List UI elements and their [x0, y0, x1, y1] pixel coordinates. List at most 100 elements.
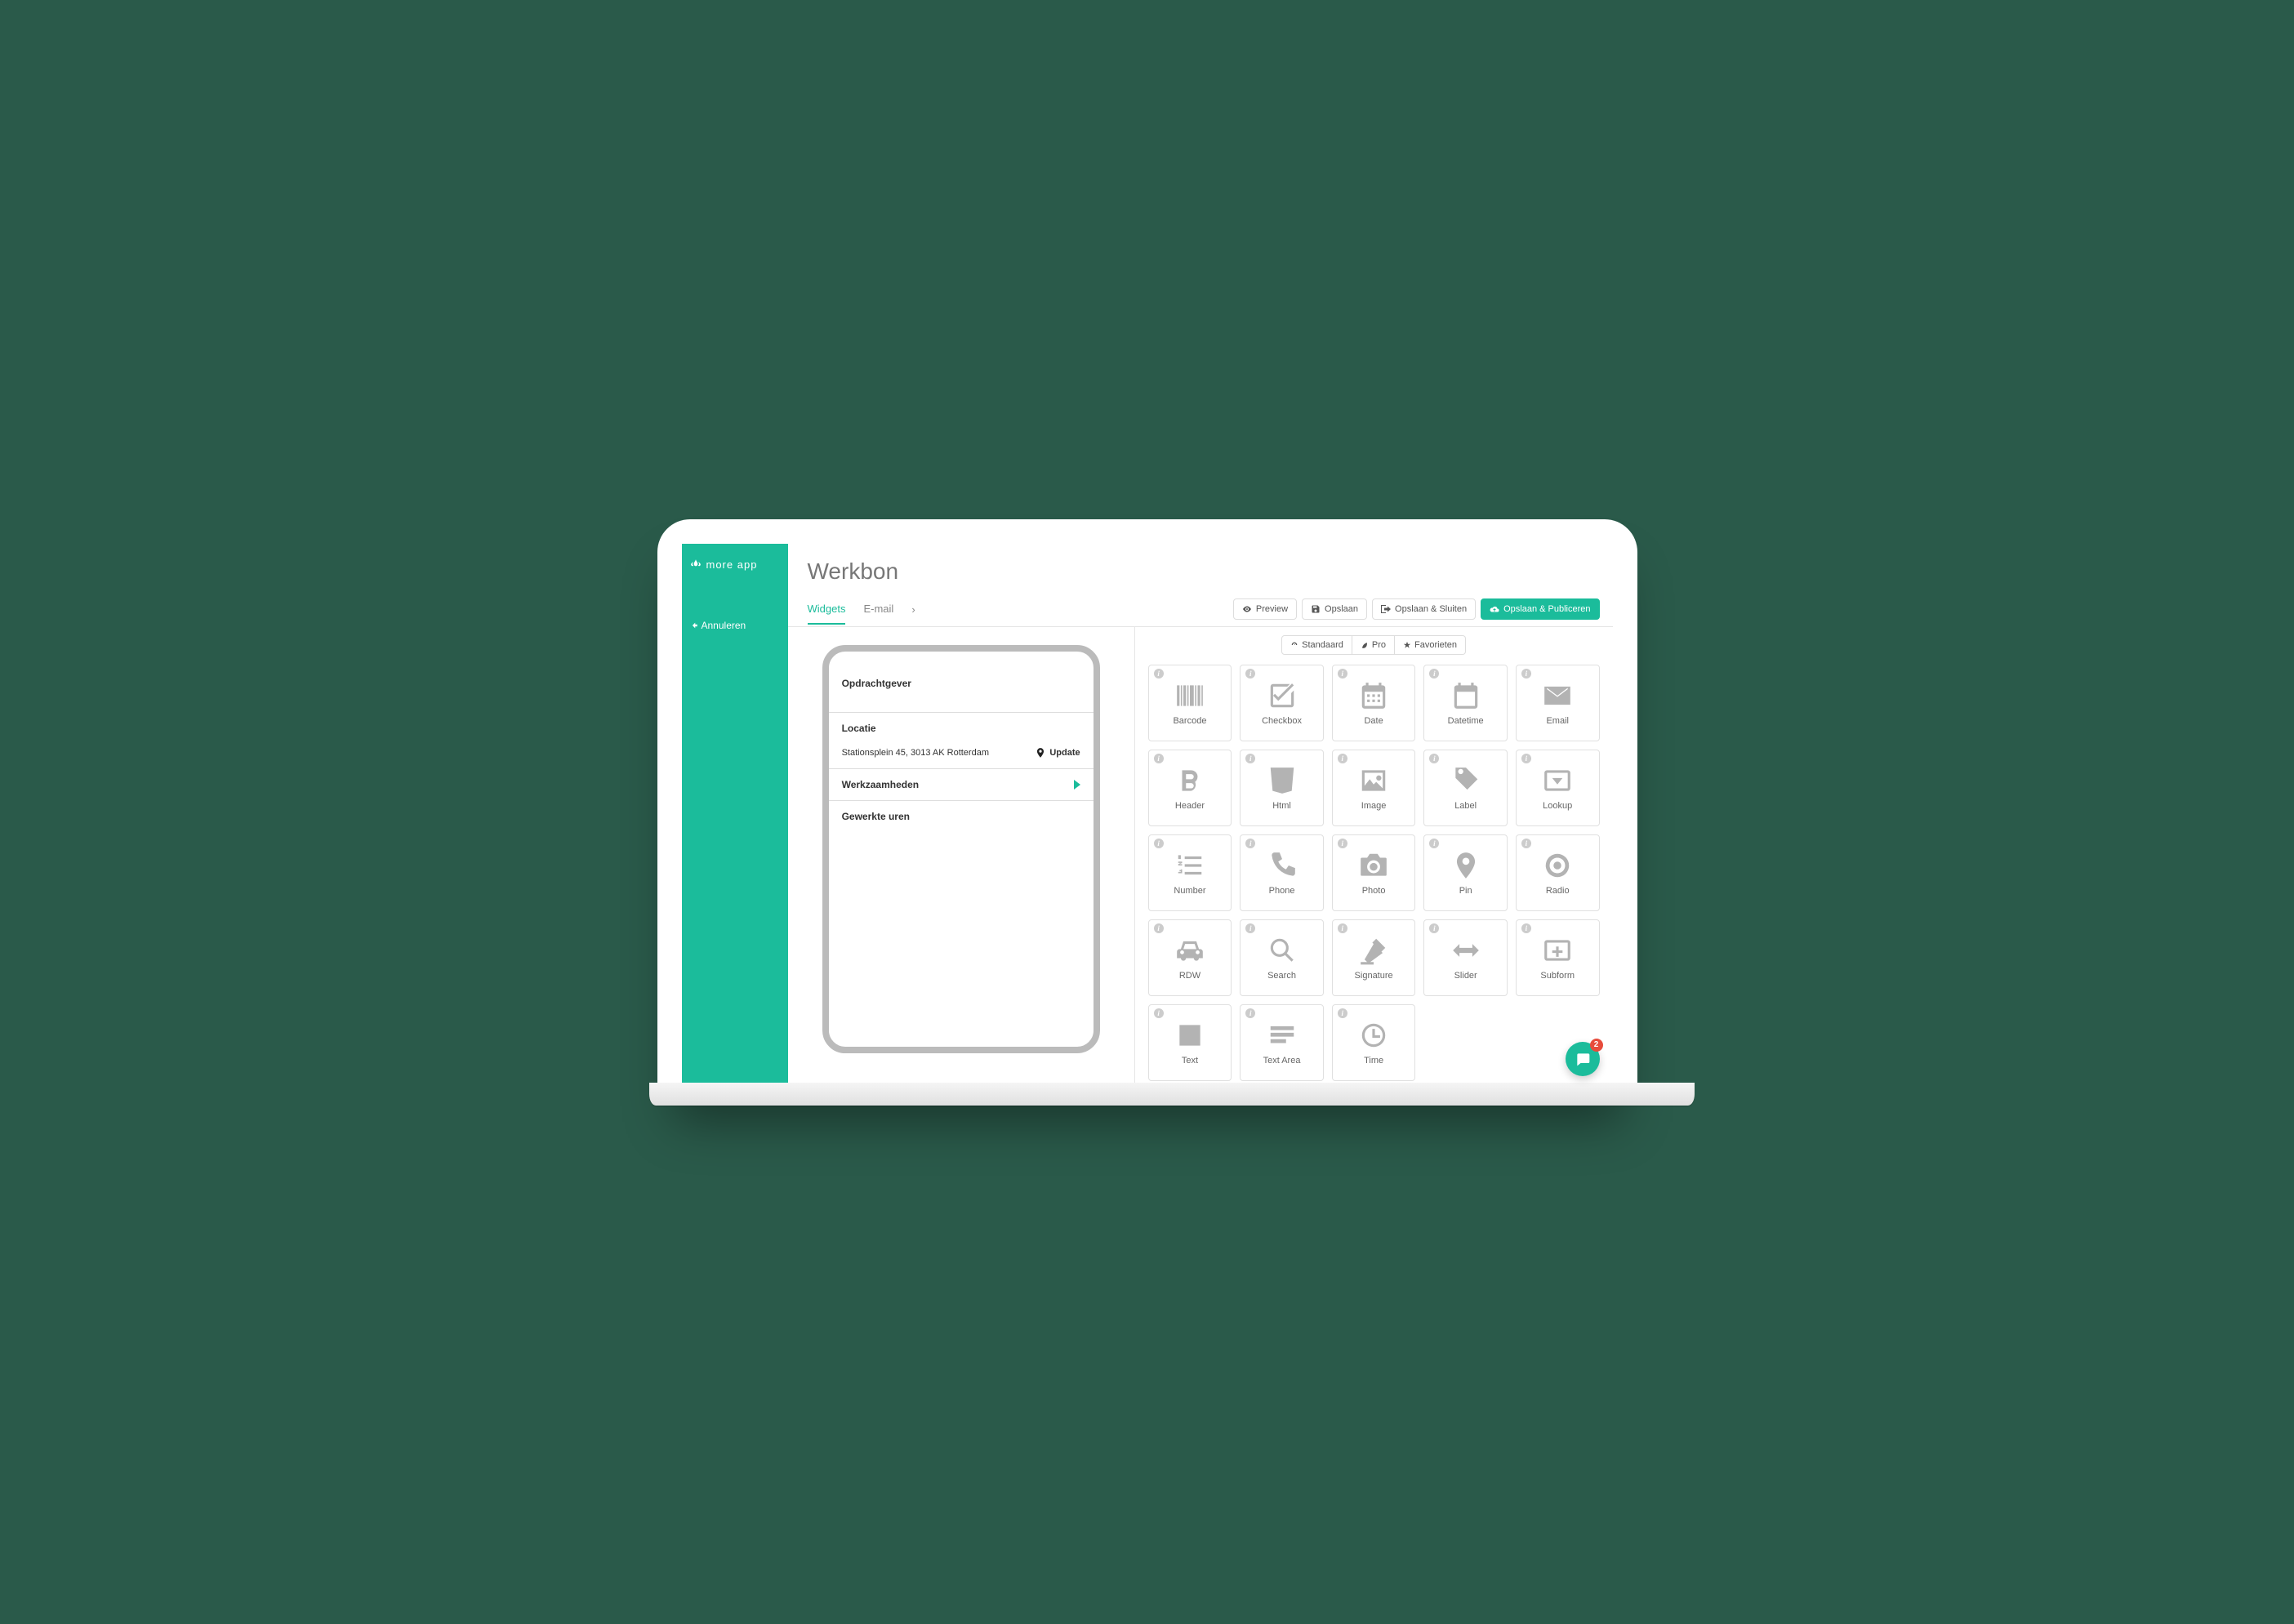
- widget-photo[interactable]: i Photo: [1332, 834, 1416, 911]
- location-value: Stationsplein 45, 3013 AK Rotterdam: [842, 748, 989, 758]
- calendar-icon: [1450, 680, 1481, 711]
- image-icon: [1358, 765, 1389, 796]
- info-icon[interactable]: i: [1338, 839, 1347, 848]
- info-icon[interactable]: i: [1521, 923, 1531, 933]
- info-icon[interactable]: i: [1429, 669, 1439, 679]
- preview-button[interactable]: Preview: [1233, 598, 1297, 620]
- tab-more-chevron-icon[interactable]: ›: [911, 603, 915, 616]
- chat-button[interactable]: 2: [1566, 1042, 1600, 1076]
- info-icon[interactable]: i: [1338, 923, 1347, 933]
- form-row-locatie[interactable]: Locatie Stationsplein 45, 3013 AK Rotter…: [829, 713, 1094, 769]
- form-row-werkzaamheden[interactable]: Werkzaamheden: [829, 769, 1094, 801]
- info-icon[interactable]: i: [1154, 923, 1164, 933]
- arrows-horizontal-icon: [1450, 935, 1481, 966]
- widget-search[interactable]: i Search: [1240, 919, 1324, 996]
- chevron-right-icon: [1074, 780, 1080, 790]
- info-icon[interactable]: i: [1521, 669, 1531, 679]
- tab-email[interactable]: E-mail: [863, 594, 893, 625]
- car-icon: [1174, 935, 1205, 966]
- title-bar: Werkbon: [788, 544, 1613, 593]
- exit-icon: [1381, 604, 1391, 614]
- info-icon[interactable]: i: [1429, 923, 1439, 933]
- widget-slider[interactable]: i Slider: [1423, 919, 1508, 996]
- info-icon[interactable]: i: [1154, 1008, 1164, 1018]
- widget-textarea[interactable]: i Text Area: [1240, 1004, 1324, 1081]
- form-row-gewerkte-uren[interactable]: Gewerkte uren: [829, 801, 1094, 832]
- widget-label[interactable]: i Label: [1423, 750, 1508, 826]
- camera-icon: [1358, 850, 1389, 881]
- page-title: Werkbon: [808, 558, 1593, 585]
- info-icon[interactable]: i: [1245, 1008, 1255, 1018]
- laptop-frame: more app Annuleren Werkbon Widgets E-mai…: [657, 519, 1637, 1106]
- widget-signature[interactable]: i Signature: [1332, 919, 1416, 996]
- save-button[interactable]: Opslaan: [1302, 598, 1367, 620]
- info-icon[interactable]: i: [1245, 923, 1255, 933]
- envelope-icon: [1542, 680, 1573, 711]
- star-icon: [1403, 641, 1411, 649]
- widget-barcode[interactable]: i Barcode: [1148, 665, 1232, 741]
- info-icon[interactable]: i: [1521, 839, 1531, 848]
- widget-checkbox[interactable]: i Checkbox: [1240, 665, 1324, 741]
- tag-icon: [1450, 765, 1481, 796]
- radio-icon: [1542, 850, 1573, 881]
- form-preview-pane: Opdrachtgever Locatie Stationsplein 45, …: [788, 627, 1134, 1083]
- widget-datetime[interactable]: i Datetime: [1423, 665, 1508, 741]
- widget-phone[interactable]: i Phone: [1240, 834, 1324, 911]
- info-icon[interactable]: i: [1429, 839, 1439, 848]
- widget-lookup[interactable]: i Lookup: [1516, 750, 1600, 826]
- widget-text[interactable]: i Text: [1148, 1004, 1232, 1081]
- info-icon[interactable]: i: [1338, 1008, 1347, 1018]
- info-icon[interactable]: i: [1154, 669, 1164, 679]
- gavel-icon: [1358, 935, 1389, 966]
- chat-badge: 2: [1590, 1039, 1603, 1052]
- cloud-upload-icon: [1490, 604, 1499, 614]
- numbered-list-icon: [1174, 850, 1205, 881]
- html5-icon: [1267, 765, 1298, 796]
- field-label: Opdrachtgever: [842, 678, 911, 689]
- chat-icon: [1575, 1051, 1591, 1067]
- widget-time[interactable]: i Time: [1332, 1004, 1416, 1081]
- search-icon: [1267, 935, 1298, 966]
- save-publish-button[interactable]: Opslaan & Publiceren: [1481, 598, 1599, 620]
- widget-subform[interactable]: i Subform: [1516, 919, 1600, 996]
- info-icon[interactable]: i: [1338, 669, 1347, 679]
- widget-number[interactable]: i Number: [1148, 834, 1232, 911]
- dashboard-icon: [1290, 641, 1298, 649]
- tab-widgets[interactable]: Widgets: [808, 594, 846, 625]
- update-location-button[interactable]: Update: [1035, 747, 1080, 759]
- field-label: Werkzaamheden: [842, 779, 919, 790]
- info-icon[interactable]: i: [1429, 754, 1439, 763]
- leaf-icon: [1361, 641, 1369, 649]
- cancel-label: Annuleren: [702, 620, 746, 631]
- info-icon[interactable]: i: [1521, 754, 1531, 763]
- barcode-icon: [1174, 680, 1205, 711]
- info-icon[interactable]: i: [1245, 669, 1255, 679]
- pill-standaard[interactable]: Standaard: [1281, 635, 1352, 655]
- pill-favorieten[interactable]: Favorieten: [1395, 635, 1466, 655]
- info-icon[interactable]: i: [1154, 839, 1164, 848]
- info-icon[interactable]: i: [1154, 754, 1164, 763]
- widget-date[interactable]: i Date: [1332, 665, 1416, 741]
- calendar-grid-icon: [1358, 680, 1389, 711]
- widget-header[interactable]: i Header: [1148, 750, 1232, 826]
- widget-rdw[interactable]: i RDW: [1148, 919, 1232, 996]
- info-icon[interactable]: i: [1338, 754, 1347, 763]
- info-icon[interactable]: i: [1245, 754, 1255, 763]
- bold-icon: [1174, 765, 1205, 796]
- widget-radio[interactable]: i Radio: [1516, 834, 1600, 911]
- save-close-button[interactable]: Opslaan & Sluiten: [1372, 598, 1476, 620]
- widget-image[interactable]: i Image: [1332, 750, 1416, 826]
- form-row-opdrachtgever[interactable]: Opdrachtgever: [829, 668, 1094, 713]
- widget-html[interactable]: i Html: [1240, 750, 1324, 826]
- pin-icon: [1450, 850, 1481, 881]
- save-icon: [1311, 604, 1321, 614]
- widget-pin[interactable]: i Pin: [1423, 834, 1508, 911]
- device-frame: Opdrachtgever Locatie Stationsplein 45, …: [822, 645, 1100, 1053]
- app-screen: more app Annuleren Werkbon Widgets E-mai…: [682, 544, 1613, 1083]
- widget-email[interactable]: i Email: [1516, 665, 1600, 741]
- brand-logo: more app: [682, 544, 788, 585]
- cancel-button[interactable]: Annuleren: [682, 610, 788, 641]
- info-icon[interactable]: i: [1245, 839, 1255, 848]
- pill-pro[interactable]: Pro: [1352, 635, 1395, 655]
- main-area: Werkbon Widgets E-mail › Preview Ops: [788, 544, 1613, 1083]
